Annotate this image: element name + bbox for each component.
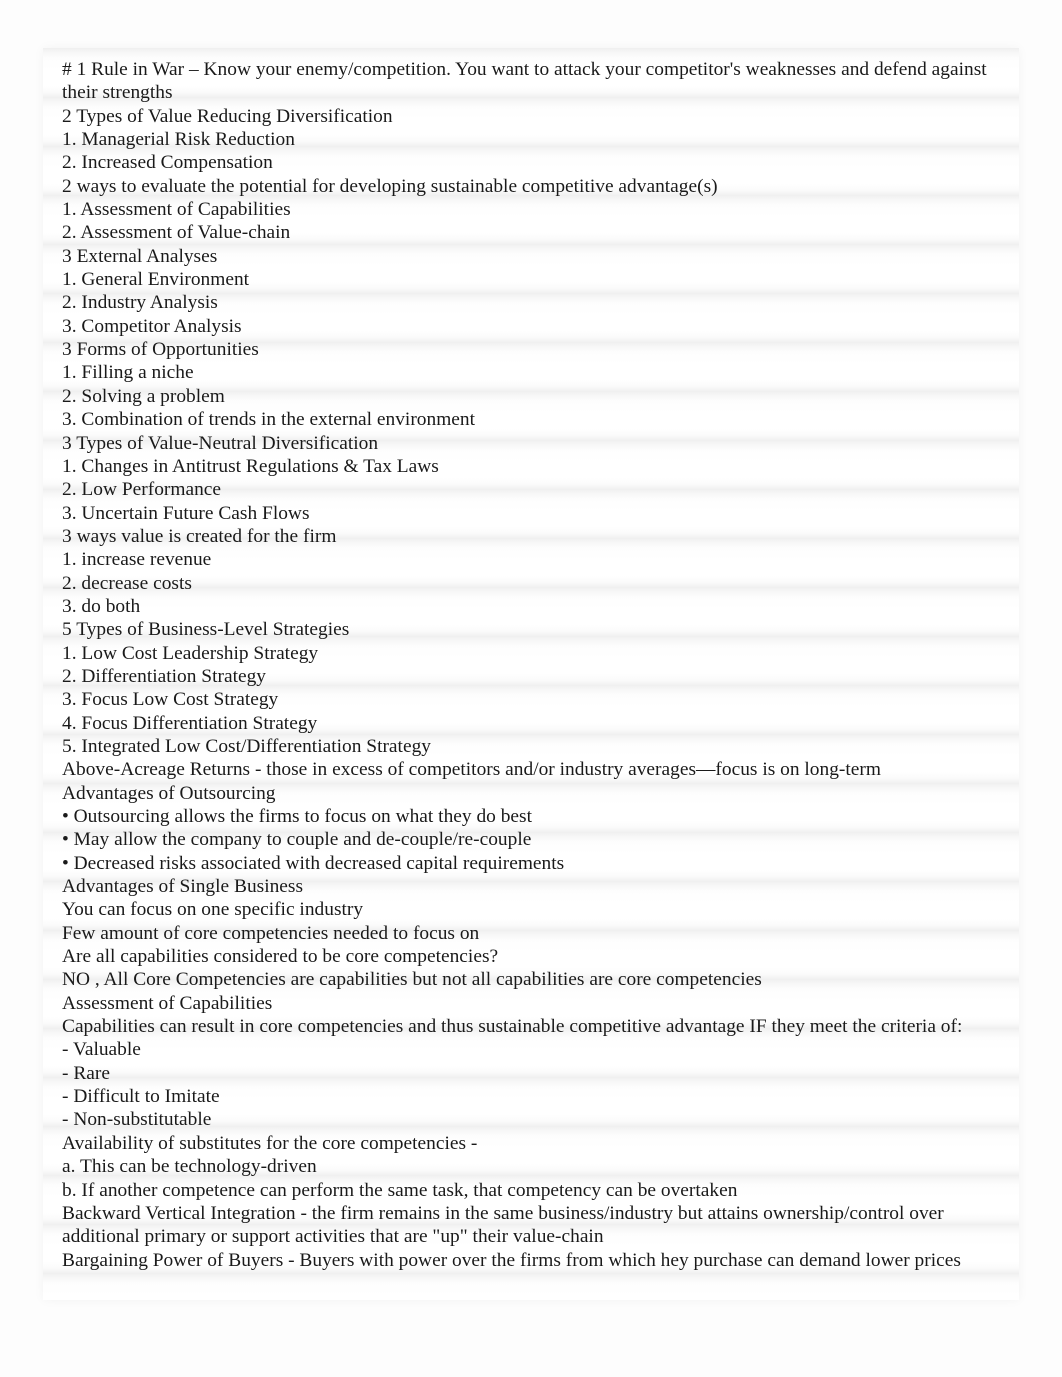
document-line: 1. Filling a niche (62, 362, 194, 384)
document-line: 1. increase revenue (62, 549, 212, 571)
document-line: 3. Uncertain Future Cash Flows (62, 502, 310, 524)
document-line: 2. Low Performance (62, 479, 222, 501)
document-line: a. This can be technology-driven (62, 1156, 317, 1178)
document-line: 1. Low Cost Leadership Strategy (62, 642, 319, 664)
document-line: 2. Differentiation Strategy (62, 665, 266, 687)
document-line: • Outsourcing allows the firms to focus … (62, 806, 532, 827)
document-line: 3. Focus Low Cost Strategy (62, 689, 279, 711)
document-line: - Rare (62, 1062, 110, 1084)
document-text-block: # 1 Rule in War – Know your enemy/compet… (43, 48, 1019, 1300)
document-line: 4. Focus Differentiation Strategy (62, 712, 318, 734)
document-line: 3. Combination of trends in the external… (62, 409, 476, 431)
document-line: • Decreased risks associated with decrea… (62, 852, 565, 874)
document-line: Above-Acreage Returns - those in excess … (62, 759, 881, 781)
document-line: Bargaining Power of Buyers - Buyers with… (62, 1249, 961, 1271)
document-line: Capabilities can result in core competen… (62, 1016, 963, 1038)
document-line: Advantages of Single Business (62, 876, 304, 898)
document-line: Assessment of Capabilities (62, 992, 273, 1014)
document-line: 3 External Analyses (62, 245, 218, 267)
document-lines: # 1 Rule in War – Know your enemy/compet… (43, 58, 1019, 1272)
document-line: You can focus on one specific industry (62, 899, 364, 921)
document-line: - Non-substitutable (62, 1109, 212, 1131)
document-line: 3. Competitor Analysis (62, 315, 242, 337)
document-line: 1. Managerial Risk Reduction (62, 129, 295, 151)
document-line: Few amount of core competencies needed t… (62, 922, 480, 944)
page-canvas: # 1 Rule in War – Know your enemy/compet… (0, 0, 1062, 1377)
document-line: 3 Types of Value-Neutral Diversification (62, 432, 379, 454)
document-line: 2. Industry Analysis (62, 292, 218, 314)
document-line: Availability of substitutes for the core… (62, 1132, 478, 1154)
document-line: - Valuable (62, 1039, 141, 1061)
document-line: Are all capabilities considered to be co… (62, 946, 499, 968)
document-line: 2. decrease costs (62, 572, 192, 594)
document-line: 2. Assessment of Value-chain (62, 222, 291, 244)
document-line: 2. Solving a problem (62, 385, 225, 407)
document-line: 1. Assessment of Capabilities (62, 199, 291, 221)
document-line: 5 Types of Business-Level Strategies (62, 619, 350, 641)
document-line: 5. Integrated Low Cost/Differentiation S… (62, 735, 431, 757)
document-line: 1. Changes in Antitrust Regulations & Ta… (62, 455, 439, 477)
document-line: Backward Vertical Integration - the firm… (62, 1202, 944, 1248)
document-line: NO , All Core Competencies are capabilit… (62, 969, 762, 991)
document-line: 1. General Environment (62, 269, 250, 291)
document-line: 2. Increased Compensation (62, 152, 273, 174)
document-line: 2 ways to evaluate the potential for dev… (62, 175, 718, 197)
document-line: 3 ways value is created for the firm (62, 525, 337, 547)
document-line: b. If another competence can perform the… (62, 1179, 738, 1201)
document-line: 3. do both (62, 595, 141, 617)
document-line: • May allow the company to couple and de… (62, 829, 532, 851)
document-line: Advantages of Outsourcing (62, 782, 276, 804)
document-line: 2 Types of Value Reducing Diversificatio… (62, 105, 393, 127)
document-line: - Difficult to Imitate (62, 1086, 220, 1108)
document-line: # 1 Rule in War – Know your enemy/compet… (62, 59, 987, 104)
document-line: 3 Forms of Opportunities (62, 339, 259, 361)
